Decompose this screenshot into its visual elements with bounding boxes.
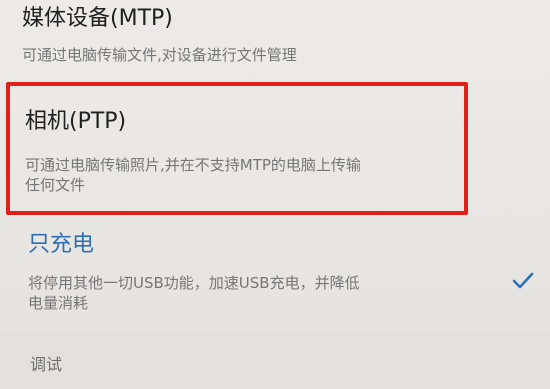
option-mtp-description: 可通过电脑传输文件,对设备进行文件管理 bbox=[22, 46, 297, 64]
highlight-box bbox=[6, 82, 468, 215]
option-charge-only-description-line2: 电量消耗 bbox=[28, 294, 89, 312]
usb-settings-screen: 媒体设备(MTP) 可通过电脑传输文件,对设备进行文件管理 相机(PTP) 可通… bbox=[0, 0, 550, 389]
option-charge-only-title: 只充电 bbox=[28, 232, 95, 257]
option-mtp[interactable]: 媒体设备(MTP) 可通过电脑传输文件,对设备进行文件管理 bbox=[0, 0, 550, 78]
option-charge-only[interactable]: 只充电 将停用其他一切USB功能，加速USB充电，并降低 电量消耗 bbox=[0, 218, 550, 328]
option-mtp-title: 媒体设备(MTP) bbox=[22, 6, 173, 31]
debug-section: 调试 bbox=[0, 330, 550, 389]
option-charge-only-description-line1: 将停用其他一切USB功能，加速USB充电，并降低 bbox=[28, 274, 360, 292]
checkmark-icon bbox=[512, 272, 534, 289]
debug-section-header: 调试 bbox=[30, 355, 63, 374]
